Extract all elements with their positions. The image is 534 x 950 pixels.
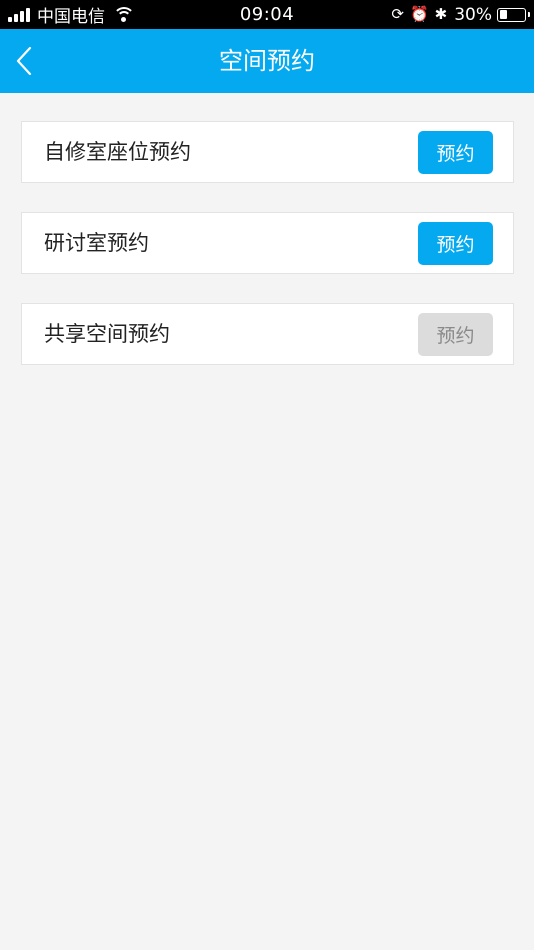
- nav-bar: 空间预约: [0, 29, 534, 93]
- reserve-button[interactable]: 预约: [418, 131, 493, 174]
- reserve-button: 预约: [418, 313, 493, 356]
- list-item: 自修室座位预约 预约: [21, 121, 514, 183]
- reservation-list: 自修室座位预约 预约 研讨室预约 预约 共享空间预约 预约: [21, 121, 514, 394]
- reserve-button[interactable]: 预约: [418, 222, 493, 265]
- orientation-lock-icon: ⟳: [391, 5, 404, 23]
- status-right: ⟳ ⏰ ✱ 30%: [385, 0, 530, 29]
- signal-icon: [8, 7, 32, 22]
- item-label: 自修室座位预约: [44, 140, 191, 164]
- alarm-icon: ⏰: [409, 5, 429, 23]
- back-button[interactable]: [0, 29, 56, 93]
- status-left: 中国电信: [8, 0, 135, 29]
- wifi-icon: [113, 6, 135, 23]
- bluetooth-icon: ✱: [434, 5, 448, 23]
- battery-icon: [497, 7, 530, 22]
- status-bar: 09:04 中国电信 ⟳ ⏰ ✱ 30%: [0, 0, 534, 29]
- chevron-left-icon: [16, 47, 32, 75]
- item-label: 研讨室预约: [44, 231, 149, 255]
- list-item: 研讨室预约 预约: [21, 212, 514, 274]
- page-title: 空间预约: [219, 47, 315, 75]
- item-label: 共享空间预约: [44, 322, 170, 346]
- battery-fill: [499, 10, 507, 19]
- battery-percent: 30%: [454, 4, 492, 25]
- list-item: 共享空间预约 预约: [21, 303, 514, 365]
- carrier-name: 中国电信: [37, 7, 105, 27]
